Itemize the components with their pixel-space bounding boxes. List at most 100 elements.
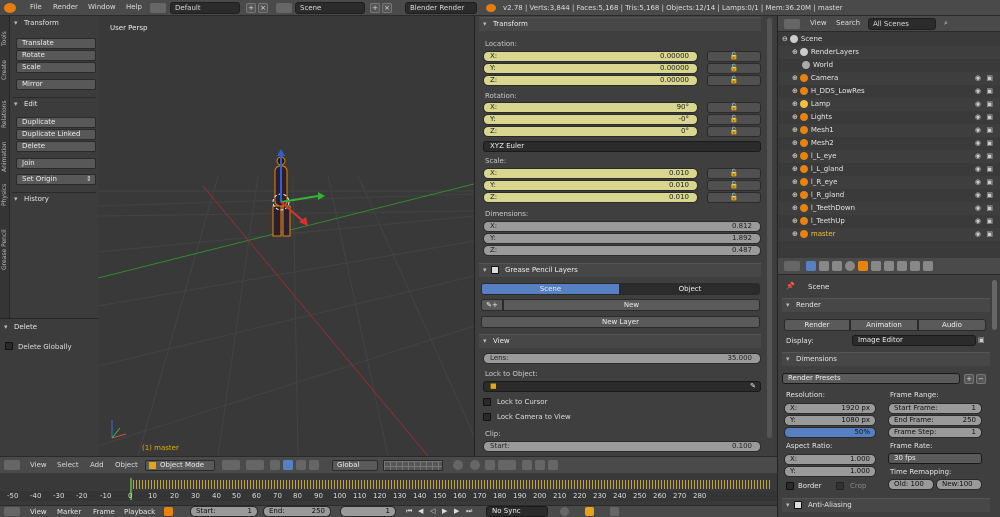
remap-new-field[interactable]: New:100 [936, 479, 982, 490]
outliner-row-scene[interactable]: ⊖ Scene [778, 33, 1000, 46]
render-presets-select[interactable]: Render Presets [782, 373, 960, 384]
outliner-row-world[interactable]: World [778, 59, 1000, 72]
scale-y-field[interactable]: Y: 0.010 [483, 180, 698, 191]
resolution-percentage-field[interactable]: 50% [784, 427, 876, 438]
current-frame-field[interactable]: 1 [340, 506, 396, 517]
prev-keyframe-icon[interactable]: ◀ [418, 507, 423, 515]
render-camera-icon[interactable]: ▣ [986, 137, 993, 150]
scene-tab-icon[interactable] [832, 261, 842, 271]
outliner-search-menu[interactable]: Search [836, 19, 860, 27]
translate-manipulator-icon[interactable] [283, 460, 293, 470]
bone-tab-icon[interactable] [910, 261, 920, 271]
scene-icon[interactable] [276, 3, 292, 13]
visibility-eye-icon[interactable]: ◉ [975, 98, 981, 111]
menu-render[interactable]: Render [53, 3, 78, 11]
tab-create[interactable]: Create [1, 50, 9, 80]
grease-pencil-icon[interactable]: ✎+ [481, 299, 503, 311]
rotation-x-field[interactable]: X: 90° [483, 102, 698, 113]
jump-start-icon[interactable]: ⏮ [406, 507, 412, 516]
view-section-header[interactable]: View [479, 334, 761, 348]
pivot-point-icon[interactable] [246, 460, 264, 470]
outliner-row-l-r-gland[interactable]: ⊕ l_R_gland ◉ ▣ [778, 189, 1000, 202]
menu-select[interactable]: Select [57, 461, 79, 469]
delete-globally-checkbox[interactable] [5, 342, 13, 350]
anti-aliasing-checkbox[interactable] [794, 501, 802, 509]
dimensions-x-field[interactable]: X: 0.812 [483, 221, 761, 232]
render-layers-tab-icon[interactable] [819, 261, 829, 271]
screen-layout-field[interactable]: Default [170, 2, 240, 14]
render-engine-select[interactable]: Blender Render [405, 2, 477, 14]
dimensions-section-header[interactable]: Dimensions [782, 352, 990, 366]
menu-window[interactable]: Window [88, 3, 116, 11]
visibility-eye-icon[interactable]: ◉ [975, 215, 981, 228]
render-section-header[interactable]: Render [782, 298, 990, 312]
scale-manipulator-icon[interactable] [309, 460, 319, 470]
location-y-field[interactable]: Y: 0.00000 [483, 63, 698, 74]
world-tab-icon[interactable] [845, 261, 855, 271]
blender-logo-icon[interactable] [4, 3, 16, 13]
rotate-button[interactable]: Rotate [16, 50, 96, 61]
aspect-y-field[interactable]: Y: 1.000 [784, 466, 876, 477]
scale-x-field[interactable]: X: 0.010 [483, 168, 698, 179]
rotation-y-field[interactable]: Y: -0° [483, 114, 698, 125]
viewport-shading-icon[interactable] [222, 460, 240, 470]
rotation-z-lock-icon[interactable]: 🔓 [707, 126, 761, 137]
scene-field[interactable]: Scene [295, 2, 365, 14]
opengl-anim-icon[interactable] [535, 460, 545, 470]
resolution-x-field[interactable]: X: 1920 px [784, 403, 876, 414]
render-camera-icon[interactable]: ▣ [986, 215, 993, 228]
object-tab-icon[interactable] [858, 261, 868, 271]
outliner-row-mesh1[interactable]: ⊕ Mesh1 ◉ ▣ [778, 124, 1000, 137]
3d-view-editor-icon[interactable] [4, 460, 20, 470]
render-camera-icon[interactable]: ▣ [986, 176, 993, 189]
render-camera-icon[interactable]: ▣ [986, 85, 993, 98]
lens-field[interactable]: Lens: 35.000 [483, 353, 761, 364]
rotation-x-lock-icon[interactable]: 🔓 [707, 102, 761, 113]
timeline-menu-marker[interactable]: Marker [57, 508, 81, 516]
opengl-render-icon[interactable] [522, 460, 532, 470]
display-select[interactable]: Image Editor [852, 335, 976, 346]
location-x-lock-icon[interactable]: 🔓 [707, 51, 761, 62]
frame-step-field[interactable]: Frame Step: 1 [888, 427, 982, 438]
snap-icon[interactable] [485, 460, 495, 470]
anti-aliasing-section-header[interactable]: Anti-Aliasing [782, 498, 990, 512]
outliner-view-menu[interactable]: View [810, 19, 827, 27]
scale-z-field[interactable]: Z: 0.010 [483, 192, 698, 203]
tab-tools[interactable]: Tools [1, 20, 9, 46]
location-z-field[interactable]: Z: 0.00000 [483, 75, 698, 86]
3d-viewport[interactable]: User Persp (1) master [98, 16, 474, 456]
render-tab-icon[interactable] [806, 261, 816, 271]
transform-section-header[interactable]: Transform [479, 17, 761, 31]
menu-add[interactable]: Add [90, 461, 104, 469]
sync-mode-select[interactable]: No Sync [486, 506, 548, 517]
visibility-eye-icon[interactable]: ◉ [975, 176, 981, 189]
start-frame-field[interactable]: Start Frame: 1 [888, 403, 982, 414]
expand-icon[interactable]: ⊖ [782, 35, 788, 43]
resolution-y-field[interactable]: Y: 1080 px [784, 415, 876, 426]
rotate-manipulator-icon[interactable] [296, 460, 306, 470]
visibility-eye-icon[interactable]: ◉ [975, 85, 981, 98]
border-checkbox[interactable] [786, 482, 794, 490]
menu-object[interactable]: Object [115, 461, 138, 469]
audio-button[interactable]: Audio [918, 319, 986, 331]
scale-x-lock-icon[interactable]: 🔓 [707, 168, 761, 179]
rotation-mode-select[interactable]: XYZ Euler [483, 141, 761, 152]
outliner-row-l-teethup[interactable]: ⊕ l_TeethUp ◉ ▣ [778, 215, 1000, 228]
constraints-tab-icon[interactable] [871, 261, 881, 271]
history-panel-header[interactable]: History [12, 192, 96, 205]
edit-panel-header[interactable]: Edit [12, 97, 96, 110]
properties-scrollbar[interactable] [767, 18, 772, 438]
aspect-x-field[interactable]: X: 1.000 [784, 454, 876, 465]
visibility-eye-icon[interactable]: ◉ [975, 111, 981, 124]
grease-pencil-scene-toggle[interactable]: Scene [481, 283, 620, 295]
visibility-eye-icon[interactable]: ◉ [975, 228, 981, 241]
dimensions-z-field[interactable]: Z: 0.487 [483, 245, 761, 256]
translate-button[interactable]: Translate [16, 38, 96, 49]
scale-y-lock-icon[interactable]: 🔓 [707, 180, 761, 191]
location-y-lock-icon[interactable]: 🔓 [707, 63, 761, 74]
play-icon[interactable]: ▶ [442, 507, 447, 515]
timeline-editor-icon[interactable] [4, 507, 20, 516]
rotation-z-field[interactable]: Z: 0° [483, 126, 698, 137]
outliner-row-h-dds-lowres[interactable]: ⊕ H_DDS_LowRes ◉ ▣ [778, 85, 1000, 98]
outliner-row-l-l-eye[interactable]: ⊕ l_L_eye ◉ ▣ [778, 150, 1000, 163]
